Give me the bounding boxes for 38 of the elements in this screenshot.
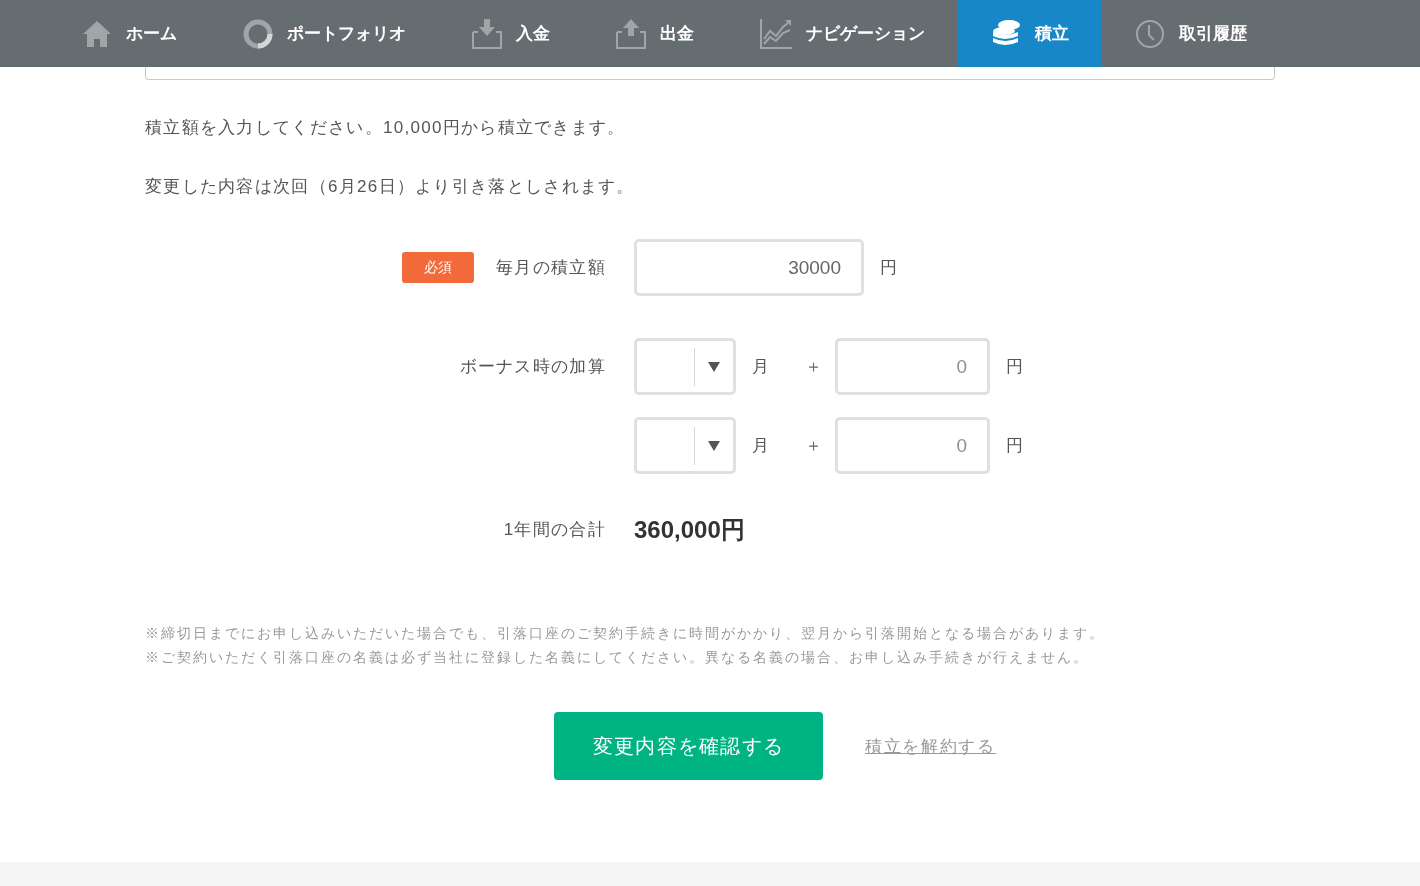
plus-sign: ＋: [805, 435, 822, 457]
required-badge: 必須: [402, 252, 475, 283]
home-icon: [82, 19, 112, 48]
unit-label: 円: [1006, 356, 1023, 378]
tray-up-arrow-icon: [616, 18, 646, 49]
tray-down-arrow-icon: [472, 18, 502, 49]
amount-input[interactable]: 30000: [634, 239, 864, 296]
amount-input[interactable]: 0: [835, 338, 990, 395]
note-text: ※ご契約いただく引落口座の名義は必ず当社に登録した名義にしてください。異なる名義の場合、お申し込み手続きが行えません。: [145, 648, 1090, 667]
caret-icon: [708, 361, 720, 372]
cancel-link[interactable]: 積立を解約する: [865, 734, 996, 758]
plus-sign: ＋: [805, 356, 822, 378]
line-chart-icon: [760, 18, 792, 49]
month-select[interactable]: [634, 417, 736, 474]
nav-tab[interactable]: ホーム: [49, 0, 210, 67]
ring-icon: [243, 18, 273, 49]
total-label: 1年間の合計: [503, 519, 606, 541]
unit-label: 円: [1006, 435, 1023, 457]
field-label: ボーナス時の加算: [459, 355, 606, 378]
nav-tab[interactable]: ポートフォリオ: [210, 0, 439, 67]
amount-input[interactable]: 0: [835, 417, 990, 474]
confirm-button[interactable]: 変更内容を確認する: [554, 712, 823, 780]
unit-label: 月: [752, 356, 769, 378]
nav-tab[interactable]: 積立: [958, 0, 1102, 67]
nav-tab[interactable]: ナビゲーション: [727, 0, 958, 67]
total-value: 360,000円: [634, 515, 745, 545]
note-text: ※締切日までにお申し込みいただいた場合でも、引落口座のご契約手続きに時間がかかり、翌月から引落開始となる場合があります。: [145, 624, 1106, 643]
field-label: 毎月の積立額: [496, 256, 606, 279]
clock-icon: [1135, 18, 1165, 49]
month-select[interactable]: [634, 338, 736, 395]
caret-icon: [708, 440, 720, 451]
unit-label: 月: [752, 435, 769, 457]
nav-tab[interactable]: 取引履歴: [1102, 0, 1280, 67]
nav-tab[interactable]: 出金: [583, 0, 727, 67]
unit-label: 円: [880, 257, 897, 279]
intro-text: 積立額を入力してください。10,000円から積立できます。: [145, 117, 627, 139]
nav-tab[interactable]: 入金: [439, 0, 583, 67]
intro-text: 変更した内容は次回（6月26日）より引き落としされます。: [145, 176, 636, 198]
